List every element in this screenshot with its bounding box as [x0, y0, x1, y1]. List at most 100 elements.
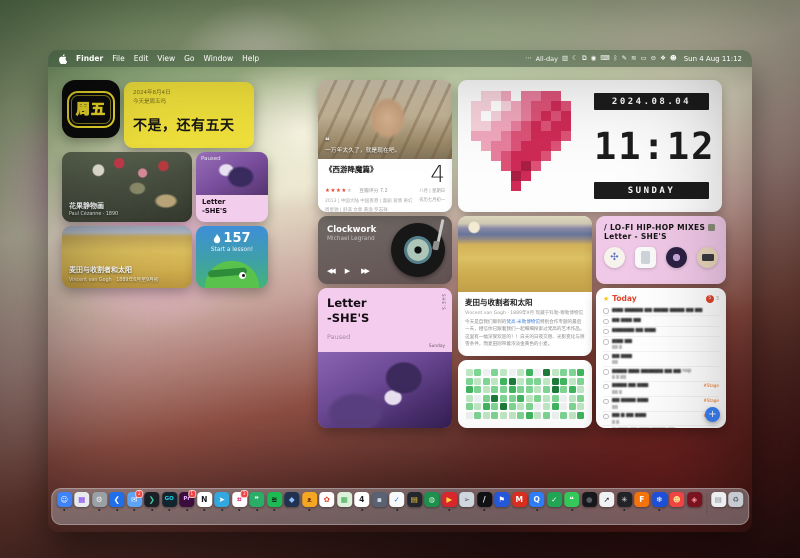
menu-item-window[interactable]: Window [204, 54, 234, 63]
vangogh-museum-link[interactable]: 梵高·米勒博物馆 [506, 320, 540, 325]
dock-openai-app-icon[interactable]: ✳ [616, 492, 632, 511]
dock-pixel-app-icon[interactable]: ▦ [336, 492, 352, 507]
todo-item[interactable]: ▇▇▇ ▇▇▇▇▇ ▇▇ ▇▇▇▇ ▇▇▇▇ ▇▇ ▇▇ [603, 306, 719, 316]
dock-shield-app-icon[interactable]: ✓ [546, 492, 562, 507]
menu-item-finder[interactable]: Finder [76, 54, 103, 63]
menu-item-file[interactable]: File [112, 54, 125, 63]
dock-things-icon[interactable]: ✓ [389, 492, 405, 511]
art-widget-cezanne[interactable]: 花果静物画 Paul Cézanne · 1890 [62, 152, 192, 222]
dock-goland-icon[interactable]: GO [161, 492, 177, 511]
streak-widget[interactable]: 157 Start a lesson! [196, 226, 268, 288]
dock-cursor-app-icon[interactable]: ➚ [599, 492, 615, 507]
dock-m-app-icon[interactable]: M [511, 492, 527, 507]
play-button[interactable]: ▶ [345, 267, 350, 275]
dock-launchpad-icon[interactable]: ▦ [74, 492, 90, 507]
todo-checkbox[interactable] [603, 399, 609, 405]
todo-checkbox[interactable] [603, 319, 609, 325]
stats-icon[interactable]: ▥ [562, 55, 568, 62]
todo-item[interactable]: ▇▇▇ ▇▇▇▇ ▇ [603, 337, 719, 352]
dock-wechat-icon[interactable]: ❞ [249, 492, 265, 511]
dock-f-app-icon[interactable]: F [634, 492, 650, 507]
keyboard-icon[interactable]: ⌨ [600, 55, 609, 62]
dock-gray-app-icon[interactable]: ▪ [371, 492, 387, 507]
dock-media-app-icon[interactable]: ▶ [441, 492, 457, 511]
menu-item-help[interactable]: Help [242, 54, 259, 63]
todo-checkbox[interactable] [603, 369, 609, 375]
todo-item[interactable]: ▇▇ ▇▇▇▇▇ [603, 352, 719, 367]
display-mirror-icon[interactable]: ⧉ [582, 55, 587, 62]
todo-item[interactable]: ▇▇▇▇ ▇▇▇ ▇▇▇▇▇▇ ▇▇ ▇▇ hop▇ ▇ ▇▇ [603, 367, 719, 382]
dock-spotify-icon[interactable]: ≋ [266, 492, 282, 511]
dock-sketch-app-icon[interactable]: ✿ [319, 492, 335, 507]
lofi-playlist-widget[interactable]: / LO-FI HIP-HOP MIXES Letter - SHE'S ✣ [596, 216, 726, 284]
next-track-button[interactable]: ▶▶ [361, 267, 368, 275]
add-task-button[interactable]: + [705, 407, 720, 422]
music-widget-small[interactable]: Paused Letter -SHE'S [196, 152, 268, 222]
apple-logo-icon[interactable] [58, 54, 67, 64]
all-day-label[interactable]: All-day [536, 55, 558, 63]
dock-bear-app-icon[interactable]: ᴥ [301, 492, 317, 511]
todo-checkbox[interactable] [603, 384, 609, 390]
dock-vscode-icon[interactable]: ❮ [109, 492, 125, 511]
pen-icon[interactable]: ✎ [622, 55, 627, 62]
todo-checkbox[interactable] [603, 414, 609, 420]
menu-clock[interactable]: Sun 4 Aug 11:12 [684, 55, 742, 63]
todo-checkbox[interactable] [603, 354, 609, 360]
dock-finder-icon[interactable]: ☺ [56, 492, 72, 511]
user-icon[interactable]: ☻ [670, 55, 677, 62]
vangogh-article-widget[interactable]: 麦田与收割者和太阳 Vincent van Gogh · 1889年9月 现藏于… [458, 216, 592, 356]
clockwork-music-widget[interactable]: Clockwork Michael Legrand ◀◀ ▶ ▶▶ [318, 216, 452, 284]
dock-messages-icon[interactable]: ❝ [564, 492, 580, 511]
music-widget-large[interactable]: Letter -SHE'S Paused SHE'S Sunday [318, 288, 452, 428]
dock-slash-app-icon[interactable]: / [476, 492, 492, 511]
dock-snowflake-app-icon[interactable]: ❄ [651, 492, 667, 511]
todo-item[interactable]: ▇▇ ▇▇▇▇ ▇▇▇▇▇#Stage [603, 397, 719, 412]
friday-app-icon[interactable]: 周五 [62, 80, 120, 138]
record-icon[interactable]: ◉ [591, 55, 597, 62]
dock-green-globe-app-icon[interactable]: ◍ [424, 492, 440, 507]
battery-icon[interactable]: ▭ [640, 55, 646, 62]
art-widget-vangogh[interactable]: 麦田与收割者和太阳 Vincent van Gogh · 1889年6月至9月初 [62, 226, 192, 288]
pixel-clock-widget[interactable]: 2024.08.04 11:12 SUNDAY [458, 80, 722, 212]
contribution-graph-widget[interactable] [458, 360, 592, 428]
todo-checkbox[interactable] [603, 329, 609, 335]
wifi-icon[interactable]: ≋ [631, 55, 636, 62]
dock-ruby-app-icon[interactable]: ◈ [686, 492, 702, 507]
dock-flag-app-icon[interactable]: ⚑ [494, 492, 510, 507]
dock-settings-icon[interactable]: ⚙ [91, 492, 107, 511]
dnd-icon[interactable]: ⊖ [651, 55, 656, 62]
dock-mail-icon[interactable]: ✉2 [126, 492, 142, 511]
dock-terminal-icon[interactable]: ❯ [144, 492, 160, 511]
dock-slack-icon[interactable]: ⌗3 [231, 492, 247, 511]
dock-documents-icon[interactable]: ▤ [710, 492, 726, 507]
menu-item-go[interactable]: Go [184, 54, 194, 63]
friday-countdown-widget[interactable]: 2024年8月4日 今天是周五吗 不是，还有五天 [124, 82, 254, 148]
movie-calendar-widget[interactable]: ❝ 一万年太久了，就是现在吧。 《西游降魔篇》 ★★★★★ 豆瓣评分 7.2 2… [318, 80, 452, 212]
todo-item[interactable]: ▇▇▇▇ ▇▇ ▇▇▇▇▇ ▇#Stage [603, 382, 719, 397]
todo-widget[interactable]: ★ Today 5 3 ▇▇▇ ▇▇▇▇▇ ▇▇ ▇▇▇▇ ▇▇▇▇ ▇▇ ▇▇… [596, 288, 726, 428]
previous-track-button[interactable]: ◀◀ [327, 267, 334, 275]
dock-calendar-icon[interactable]: 4 [354, 492, 370, 511]
dock-navy-app-icon[interactable]: ◆ [284, 492, 300, 507]
dock-pr-app-icon[interactable]: Pr1 [179, 492, 195, 511]
dock-trash-icon[interactable]: ♻ [728, 492, 744, 507]
dock-notes-app-icon[interactable]: ▤ [406, 492, 422, 507]
todo-item[interactable]: ▇▇▇▇▇▇ ▇▇ ▇▇▇ [603, 327, 719, 337]
dock-q-app-icon[interactable]: Q [529, 492, 545, 511]
todo-item[interactable]: ▇ ▇▇▇ ▇▇ ▇▇▇ ▇▇▇▇ ▇▇▇▇ [603, 426, 719, 428]
dock-bird-app-icon[interactable]: ➢ [459, 492, 475, 507]
moon-icon[interactable]: ☾ [572, 55, 578, 62]
dock-notion-icon[interactable]: N [196, 492, 212, 511]
more-icon[interactable]: ⋯ [525, 55, 532, 62]
todo-checkbox[interactable] [603, 308, 609, 314]
todo-item[interactable]: ▇▇ ▇▇▇ ▇▇ [603, 316, 719, 326]
menu-item-view[interactable]: View [157, 54, 175, 63]
dock-telegram-icon[interactable]: ➤ [214, 492, 230, 511]
bluetooth-icon[interactable]: ᛒ [614, 55, 618, 62]
dock-black-app-icon[interactable]: ● [581, 492, 597, 507]
control-center-icon[interactable]: ❖ [660, 55, 666, 62]
todo-item[interactable]: ▇▇ ▇ ▇▇ ▇▇▇▇ ▇#Stage [603, 412, 719, 427]
dock-smiley-app-icon[interactable]: ☻ [669, 492, 685, 507]
menu-item-edit[interactable]: Edit [134, 54, 149, 63]
todo-checkbox[interactable] [603, 339, 609, 345]
